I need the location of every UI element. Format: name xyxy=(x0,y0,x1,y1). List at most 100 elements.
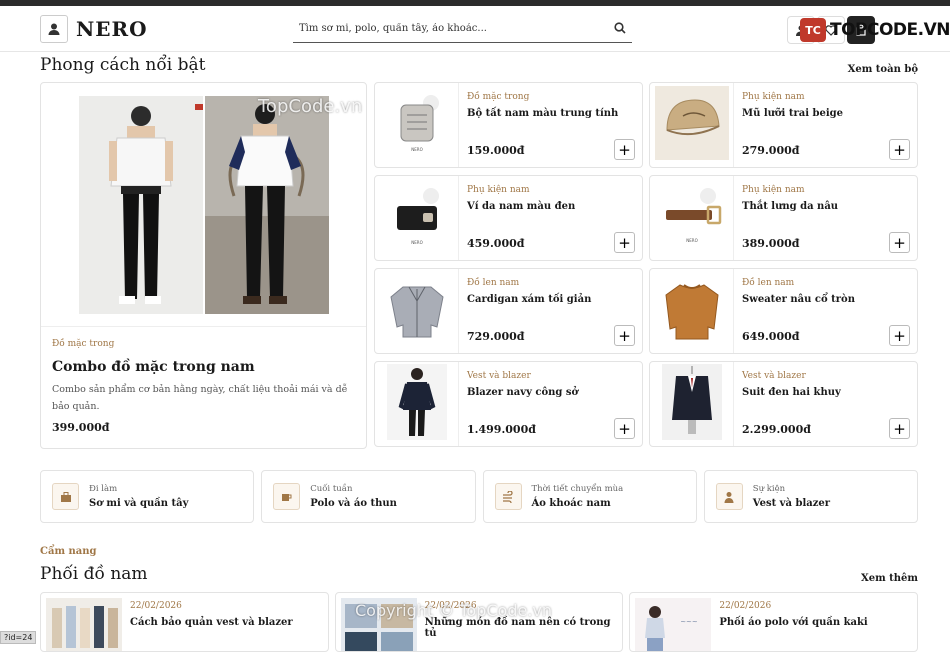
plus-icon: + xyxy=(618,419,631,438)
product-name[interactable]: Mũ lưỡi trai beige xyxy=(742,108,909,119)
sweater-icon xyxy=(660,277,724,345)
product-card[interactable]: Đồ len nam Sweater nâu cổ tròn 649.000đ … xyxy=(649,268,918,354)
header-actions xyxy=(787,16,875,44)
search-input[interactable] xyxy=(299,22,614,34)
product-image xyxy=(650,269,734,353)
product-category: Đồ len nam xyxy=(467,278,520,288)
product-card[interactable]: NERO Đồ mặc trong Bộ tất nam màu trung t… xyxy=(374,82,643,168)
occasion-label: Đi làm xyxy=(89,484,118,494)
product-price: 2.299.000đ xyxy=(742,423,811,436)
add-to-cart-button[interactable]: + xyxy=(889,139,910,160)
product-name[interactable]: Bộ tất nam màu trung tính xyxy=(467,108,634,119)
guide-section-header: Phối đồ nam Xem thêm xyxy=(40,564,918,584)
heart-icon xyxy=(825,21,837,40)
product-price: 1.499.000đ xyxy=(467,423,536,436)
product-card[interactable]: Vest và blazer Suit đen hai khuy 2.299.0… xyxy=(649,361,918,447)
wallet-icon: NERO xyxy=(387,186,447,250)
add-to-cart-button[interactable]: + xyxy=(614,418,635,439)
product-name[interactable]: Blazer navy công sở xyxy=(467,387,634,398)
add-to-cart-button[interactable]: + xyxy=(889,325,910,346)
blog-post[interactable]: 22/02/2026 Cách bảo quản vest và blazer xyxy=(40,592,329,652)
account-icon xyxy=(795,21,807,40)
product-price: 729.000đ xyxy=(467,330,525,343)
product-card[interactable]: NERO Phụ kiện nam Thắt lưng da nâu 389.0… xyxy=(649,175,918,261)
product-card[interactable]: Vest và blazer Blazer navy công sở 1.499… xyxy=(374,361,643,447)
occasion-list: Đi làm Sơ mi và quần tây Cuối tuần Polo và… xyxy=(40,470,918,523)
plus-icon: + xyxy=(893,140,906,159)
occasion-title: Polo và áo thun xyxy=(310,498,397,509)
coffee-icon xyxy=(273,483,301,510)
see-all-link[interactable]: Xem toàn bộ xyxy=(848,64,918,75)
product-category: Phụ kiện nam xyxy=(742,185,805,195)
search-bar xyxy=(293,14,632,43)
add-to-cart-button[interactable]: + xyxy=(889,418,910,439)
search-icon[interactable] xyxy=(614,19,626,38)
product-image xyxy=(375,362,459,446)
product-price: 279.000đ xyxy=(742,144,800,157)
product-category: Phụ kiện nam xyxy=(467,185,530,195)
occasion-weekend[interactable]: Cuối tuần Polo và áo thun xyxy=(261,470,476,523)
product-image xyxy=(375,269,459,353)
product-card[interactable]: Phụ kiện nam Mũ lưỡi trai beige 279.000đ… xyxy=(649,82,918,168)
featured-product-info: Đồ mặc trong Combo đồ mặc trong nam Comb… xyxy=(41,327,366,446)
featured-title[interactable]: Combo đồ mặc trong nam xyxy=(52,359,355,375)
product-category: Phụ kiện nam xyxy=(742,92,805,102)
post-title[interactable]: Cách bảo quản vest và blazer xyxy=(130,617,293,628)
blog-post[interactable]: 22/02/2026 Những món đồ nam nên có trong … xyxy=(334,592,624,652)
add-to-cart-button[interactable]: + xyxy=(614,139,635,160)
product-brand-mark: NERO xyxy=(411,147,422,152)
wind-icon xyxy=(494,483,522,510)
featured-product-card[interactable]: Đồ mặc trong Combo đồ mặc trong nam Comb… xyxy=(40,82,367,449)
plus-icon: + xyxy=(618,233,631,252)
cart-button[interactable] xyxy=(847,16,875,44)
featured-description: Combo sản phẩm cơ bản hằng ngày, chất li… xyxy=(52,384,348,412)
occasion-event[interactable]: Sự kiện Vest và blazer xyxy=(703,470,918,523)
blazer-icon xyxy=(386,364,447,444)
product-info: Vest và blazer Blazer navy công sở 1.499… xyxy=(459,362,642,446)
product-brand-mark: NERO xyxy=(411,240,422,245)
product-image: NERO xyxy=(650,176,734,260)
briefcase-icon xyxy=(52,483,79,510)
product-card[interactable]: NERO Phụ kiện nam Ví da nam màu đen 459.… xyxy=(374,175,643,261)
product-name[interactable]: Suit đen hai khuy xyxy=(742,387,909,398)
post-title[interactable]: Phối áo polo với quần kaki xyxy=(719,617,867,628)
product-info: Phụ kiện nam Ví da nam màu đen 459.000đ … xyxy=(459,176,642,260)
suit-icon xyxy=(661,364,722,444)
add-to-cart-button[interactable]: + xyxy=(614,232,635,253)
logo[interactable]: NERO xyxy=(40,14,148,43)
plus-icon: + xyxy=(893,326,906,345)
product-name[interactable]: Ví da nam màu đen xyxy=(467,201,634,212)
see-more-link[interactable]: Xem thêm xyxy=(861,573,918,584)
account-button[interactable] xyxy=(787,16,815,44)
product-brand-mark: NERO xyxy=(686,238,697,243)
plus-icon: + xyxy=(893,419,906,438)
product-info: Đồ len nam Cardigan xám tối giản 729.000… xyxy=(459,269,642,353)
blog-post[interactable]: ~~~ 22/02/2026 Phối áo polo với quần kaki xyxy=(629,592,919,652)
product-name[interactable]: Thắt lưng da nâu xyxy=(742,201,909,212)
product-category: Vest và blazer xyxy=(742,371,806,381)
occasion-season[interactable]: Thời tiết chuyển mùa Áo khoác nam xyxy=(482,470,697,523)
occasion-work[interactable]: Đi làm Sơ mi và quần tây xyxy=(40,470,255,523)
section-title: Phong cách nổi bật xyxy=(40,55,206,75)
cart-icon xyxy=(855,21,867,40)
post-title[interactable]: Những món đồ nam nên có trong tủ xyxy=(425,617,618,639)
socks-icon: NERO xyxy=(387,93,447,157)
product-price: 389.000đ xyxy=(742,237,800,250)
product-name[interactable]: Sweater nâu cổ tròn xyxy=(742,294,909,305)
product-price: 459.000đ xyxy=(467,237,525,250)
product-name[interactable]: Cardigan xám tối giản xyxy=(467,294,634,305)
product-grid: NERO Đồ mặc trong Bộ tất nam màu trung t… xyxy=(374,82,918,447)
wishlist-button[interactable] xyxy=(817,16,845,44)
add-to-cart-button[interactable]: + xyxy=(614,325,635,346)
product-card[interactable]: Đồ len nam Cardigan xám tối giản 729.000… xyxy=(374,268,643,354)
occasion-title: Vest và blazer xyxy=(752,498,831,509)
add-to-cart-button[interactable]: + xyxy=(889,232,910,253)
product-category: Vest và blazer xyxy=(467,371,531,381)
product-image: NERO xyxy=(375,176,459,260)
occasion-title: Áo khoác nam xyxy=(531,498,611,509)
product-image xyxy=(650,362,734,446)
product-info: Phụ kiện nam Thắt lưng da nâu 389.000đ + xyxy=(734,176,917,260)
plus-icon: + xyxy=(893,233,906,252)
belt-icon: NERO xyxy=(660,186,724,250)
user-logo-icon xyxy=(40,14,68,43)
